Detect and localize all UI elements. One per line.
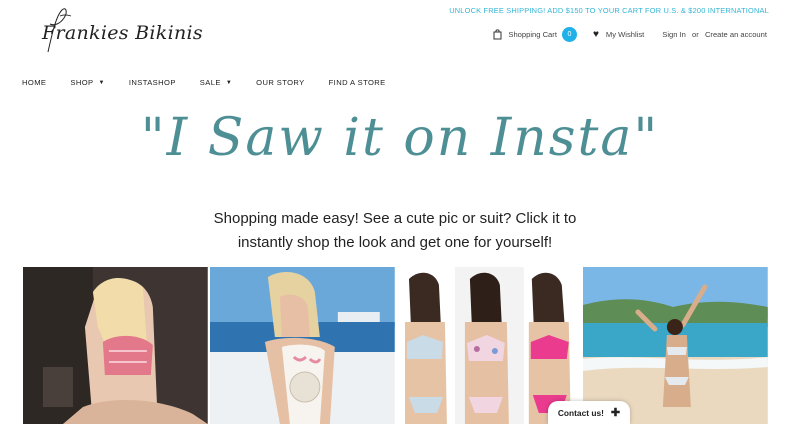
gallery-photo-one-piece-boat[interactable] [209, 267, 395, 424]
create-account-link[interactable]: Create an account [705, 30, 767, 39]
account-links: Sign In or Create an account [660, 30, 769, 39]
hero-subtitle-line-2: instantly shop the look and get one for … [237, 234, 553, 251]
promo-banner[interactable]: UNLOCK FREE SHIPPING! ADD $150 TO YOUR C… [449, 6, 769, 15]
wishlist-label: My Wishlist [605, 30, 645, 39]
cart-count-badge: 0 [561, 27, 577, 42]
hero-title: "I Saw it on Insta" [140, 108, 660, 168]
nav-item-label: OUR STORY [256, 78, 305, 87]
nav-item-label: HOME [22, 78, 47, 87]
contact-us-button[interactable]: Contact us! ✚ [548, 401, 630, 424]
caret-down-icon: ▼ [225, 79, 233, 86]
nav-item-sale[interactable]: SALE ▼ [200, 78, 232, 87]
nav-item-instashop[interactable]: INSTASHOP [129, 78, 176, 87]
hero-subtitle-line-1: Shopping made easy! See a cute pic or su… [213, 210, 577, 227]
nav-item-label: SALE [199, 78, 221, 87]
contact-us-label: Contact us! [557, 407, 604, 418]
caret-down-icon: ▼ [98, 79, 105, 86]
heart-icon: ♥ [592, 29, 599, 40]
wishlist-link[interactable]: ♥ My Wishlist [593, 29, 644, 40]
nav-item-shop[interactable]: SHOP ▼ [70, 78, 104, 87]
nav-item-home[interactable]: HOME [22, 78, 46, 87]
photo-bikini-three-models-icon [396, 267, 582, 424]
shopping-cart-link[interactable]: Shopping Cart 0 [493, 27, 577, 42]
plus-icon: ✚ [610, 407, 621, 419]
nav-item-label: INSTASHOP [128, 78, 176, 87]
nav-item-find-a-store[interactable]: FIND A STORE [329, 78, 386, 87]
gallery-photo-three-models[interactable] [396, 267, 582, 424]
signin-link[interactable]: Sign In [662, 30, 686, 39]
gallery-photo-pink-halter[interactable] [23, 267, 208, 424]
logo-text: Frankies Bikinis [42, 22, 203, 44]
shopping-bag-icon [493, 29, 502, 40]
main-nav: HOME SHOP ▼ INSTASHOP SALE ▼ OUR STORY F… [22, 78, 410, 87]
nav-item-label: SHOP [70, 78, 94, 87]
insta-gallery [23, 267, 768, 424]
photo-bikini-pink-halter-icon [23, 267, 208, 424]
or-text: or [692, 30, 699, 39]
brand-logo[interactable]: Frankies Bikinis [38, 4, 203, 56]
nav-item-label: FIND A STORE [328, 78, 386, 87]
nav-item-our-story[interactable]: OUR STORY [256, 78, 304, 87]
utility-bar: Shopping Cart 0 ♥ My Wishlist Sign In or… [493, 27, 769, 42]
cart-label: Shopping Cart [508, 30, 557, 39]
photo-one-piece-boat-icon [209, 267, 395, 424]
